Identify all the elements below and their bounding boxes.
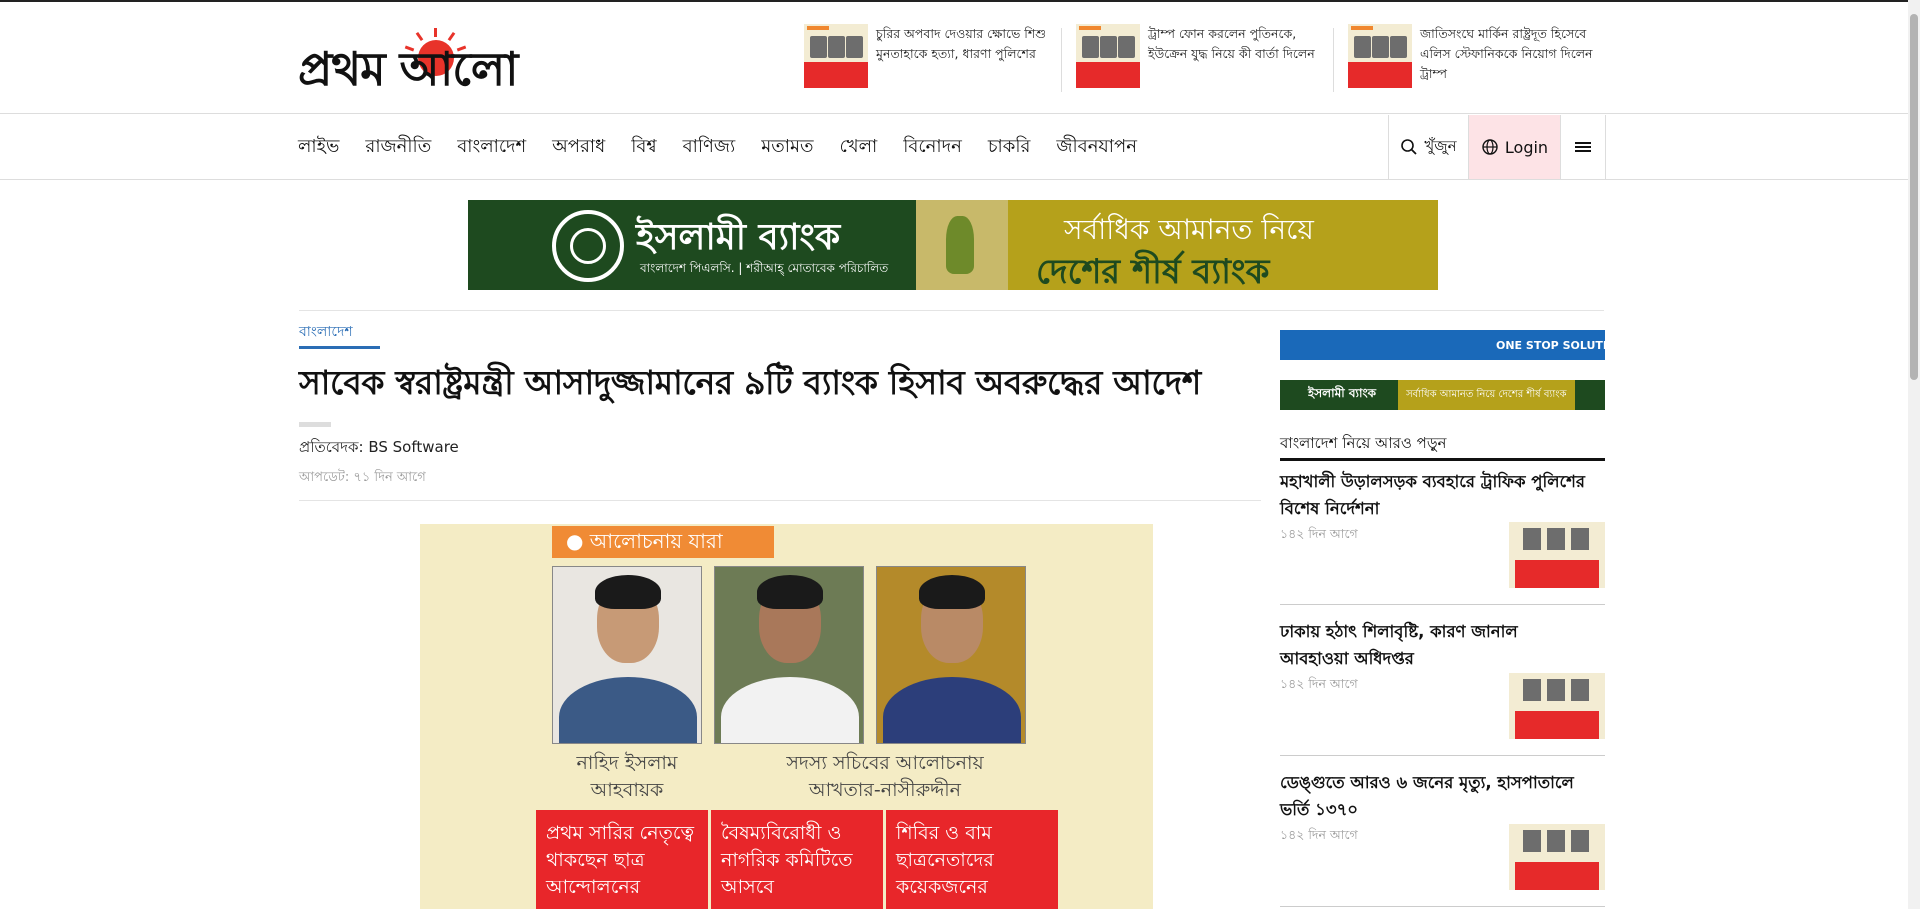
featured-image[interactable]: ● আলোচনায় যারা নাহিদ ইসলাম আহবায়ক সদস্… [420,524,1153,909]
page-scrollbar[interactable] [1908,0,1920,909]
ad-brand-panel: ইসলামী ব্যাংক বাংলাদেশ পিএলসি. | শরীআহ্‌… [468,200,916,290]
info-box: বৈষম্যবিরোধী ও নাগরিক কমিটিতে আসবে [711,810,883,909]
search-button[interactable]: খুঁজুন [1388,115,1468,179]
nav-item[interactable]: খেলা [840,132,878,163]
globe-icon [1482,139,1498,155]
nav-item[interactable]: লাইভ [298,132,339,163]
sidebar-ad-gree[interactable]: ONE STOP SOLUTION GREE [1280,330,1605,360]
article-headline: সাবেক স্বরাষ্ট্রমন্ত্রী আসাদুজ্জামানের ৯… [299,363,1201,402]
nav-item[interactable]: জীবনযাপন [1056,132,1137,163]
related-heading: বাংলাদেশ নিয়ে আরও পড়ুন [1280,434,1447,452]
ad-tagline: সর্বাধিক আমানত নিয়ে দেশের শীর্ষ ব্যাংক [1398,380,1575,410]
advertisement-banner[interactable]: ইসলামী ব্যাংক বাংলাদেশ পিএলসি. | শরীআহ্‌… [468,200,1438,290]
nav-item[interactable]: চাকরি [988,132,1031,163]
related-thumbnail[interactable] [1509,673,1605,739]
info-box: শিবির ও বাম ছাত্রনেতাদের কয়েকজনের [886,810,1058,909]
related-article[interactable]: ঢাকায় হঠাৎ শিলাবৃষ্টি, কারণ জানাল আবহাও… [1280,618,1605,739]
caption-role: আহবায়ক [590,779,664,801]
portrait-photo [552,566,702,744]
logo-wordmark: প্রথম আলো [298,42,518,96]
sun-ray [434,28,437,37]
related-thumbnail[interactable] [1509,824,1605,890]
top-news-item[interactable]: চুরির অপবাদ দেওয়ার ক্ষোভে শিশু মুনতাহাক… [804,24,1056,88]
related-article[interactable]: ডেঙ্গুতে আরও ৬ জনের মৃত্যু, হাসপাতালে ভর… [1280,769,1605,890]
divider [1280,755,1605,756]
ad-brand-sub: বাংলাদেশ পিএলসি. | শরীআহ্‌ মোতাবেক পরিচা… [640,261,889,275]
login-button[interactable]: Login [1468,115,1560,179]
prothom-alo-logo[interactable]: প্রথম আলো [298,28,570,94]
separator-bar [299,422,331,427]
nav-item[interactable]: বাণিজ্য [683,132,736,163]
sun-ray [447,31,456,42]
top-news-item[interactable]: জাতিসংঘে মার্কিন রাষ্ট্রদূত হিসেবে এলিস … [1348,24,1600,88]
nav-tools: খুঁজুন Login [1388,115,1606,179]
search-label: খুঁজুন [1424,136,1457,155]
caption-name: আখতার-নাসীরুদ্দীন [809,779,961,801]
article-reporter: প্রতিবেদক: BS Software [299,438,459,456]
caption-name: নাহিদ ইসলাম [576,752,678,774]
nav-item[interactable]: বিনোদন [903,132,962,163]
divider [299,500,1261,501]
hamburger-menu-icon [1575,142,1591,152]
nav-item[interactable]: মতামত [761,132,813,163]
main-navigation: লাইভ রাজনীতি বাংলাদেশ অপরাধ বিশ্ব বাণিজ্য মতাম… [0,115,1908,180]
image-tag: ● আলোচনায় যারা [552,526,774,558]
image-caption-left: নাহিদ ইসলাম আহবায়ক [560,750,694,804]
news-thumbnail [1348,24,1412,88]
caption-role: সদস্য সচিবের আলোচনায় [786,752,984,774]
related-title[interactable]: ডেঙ্গুতে আরও ৬ জনের মৃত্যু, হাসপাতালে ভর… [1280,769,1590,823]
ad-tagline-2: দেশের শীর্ষ ব্যাংক [1036,252,1270,290]
related-thumbnail[interactable] [1509,522,1605,588]
category-underline [299,346,380,349]
bank-emblem-icon [552,210,624,282]
scrollbar-thumb[interactable] [1910,14,1918,380]
ad-brand-name: ইসলামী ব্যাংক [1308,386,1377,400]
ad-text: ONE STOP SOLUTION GREE [1496,338,1605,352]
site-header: প্রথম আলো চুরির অপবাদ দেওয়ার ক্ষোভে শিশ… [0,2,1908,114]
top-news-title[interactable]: চুরির অপবাদ দেওয়ার ক্ষোভে শিশু মুনতাহাক… [876,24,1056,88]
search-icon [1401,139,1418,155]
news-thumbnail [1076,24,1140,88]
menu-button[interactable] [1560,115,1606,179]
nav-menu: লাইভ রাজনীতি বাংলাদেশ অপরাধ বিশ্ব বাণিজ্য মতাম… [298,115,1137,179]
portrait-photo [876,566,1026,744]
top-news-title[interactable]: জাতিসংঘে মার্কিন রাষ্ট্রদূত হিসেবে এলিস … [1420,24,1600,88]
nav-item[interactable]: অপরাধ [552,132,605,163]
sun-ray [415,31,424,42]
related-title[interactable]: ঢাকায় হঠাৎ শিলাবৃষ্টি, কারণ জানাল আবহাও… [1280,618,1590,672]
top-news-item[interactable]: ট্রাম্প ফোন করলেন পুতিনকে, ইউক্রেন যুদ্ধ… [1076,24,1328,88]
info-box: প্রথম সারির নেতৃত্বে থাকছেন ছাত্র আন্দোল… [536,810,708,909]
nav-item[interactable]: রাজনীতি [365,132,431,163]
divider [299,310,1604,311]
ad-plant-panel [916,200,1008,290]
top-news-title[interactable]: ট্রাম্প ফোন করলেন পুতিনকে, ইউক্রেন যুদ্ধ… [1148,24,1328,88]
plant-icon [946,216,974,274]
divider [1280,906,1605,907]
divider [1061,28,1062,92]
heading-bar [1280,458,1605,461]
nav-item[interactable]: বাংলাদেশ [457,132,526,163]
divider [1333,28,1334,92]
login-label: Login [1504,137,1549,157]
related-title[interactable]: মহাখালী উড়ালসড়ক ব্যবহারে ট্রাফিক পুলিশ… [1280,468,1590,522]
sidebar-ad-islami-bank[interactable]: ইসলামী ব্যাংক সর্বাধিক আমানত নিয়ে দেশের… [1280,380,1605,410]
nav-item[interactable]: বিশ্ব [631,132,656,163]
portrait-photo [714,566,864,744]
news-thumbnail [804,24,868,88]
image-caption-right: সদস্য সচিবের আলোচনায় আখতার-নাসীরুদ্দীন [750,750,1020,804]
article-updated-time: আপডেট: ৭১ দিন আগে [299,470,426,485]
ad-tagline-panel: সর্বাধিক আমানত নিয়ে দেশের শীর্ষ ব্যাংক [1008,200,1438,290]
related-article[interactable]: মহাখালী উড়ালসড়ক ব্যবহারে ট্রাফিক পুলিশ… [1280,468,1605,588]
article-category[interactable]: বাংলাদেশ [299,320,353,344]
divider [1280,604,1605,605]
